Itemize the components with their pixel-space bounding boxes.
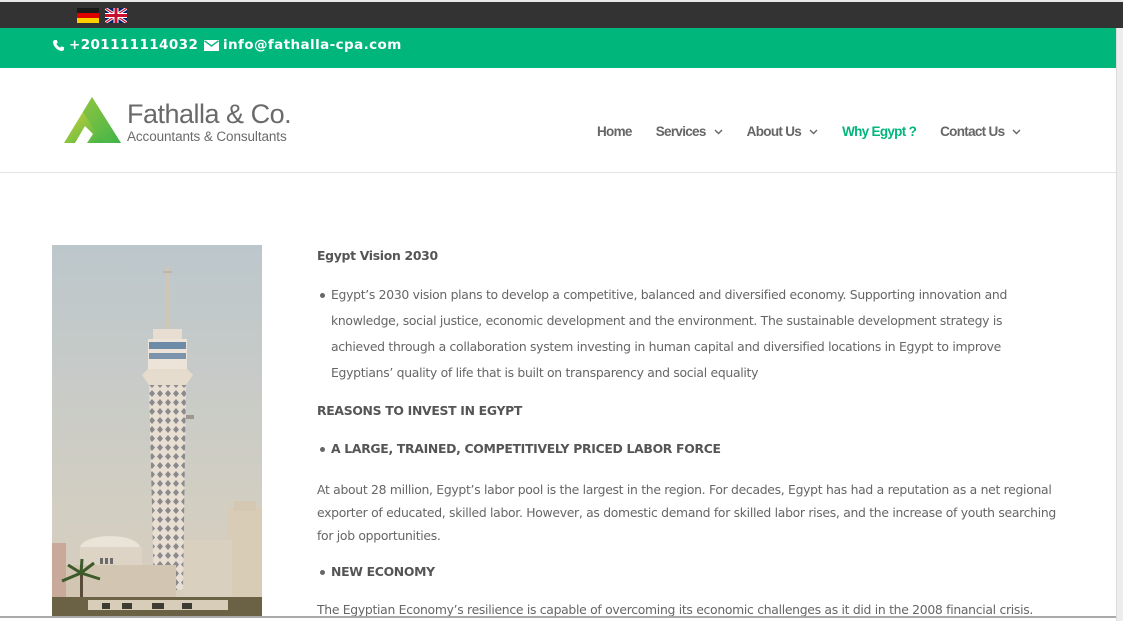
nav-label: Services [655,124,707,139]
economy-paragraph: The Egyptian Economy’s resilience is cap… [317,602,1034,617]
logo-title: Fathalla & Co. [127,99,292,129]
nav-item-services[interactable]: Services [656,124,723,139]
phone-icon [52,39,65,51]
nav-item-home[interactable]: Home [597,124,632,139]
tower-illustration [52,245,262,617]
nav-label: Home [597,124,632,139]
flag-uk-icon[interactable] [105,8,127,23]
cairo-tower-image [52,245,262,617]
section-title-vision: Egypt Vision 2030 [317,248,438,263]
language-bar [0,0,1123,28]
economy-heading: NEW ECONOMY [320,559,435,585]
logo-mark-icon [64,97,121,143]
main-nav: Home Services About Us Why Egypt ? Conta… [597,124,1045,139]
phone-link[interactable]: +201111114032 [52,37,198,53]
logo[interactable]: Fathalla & Co. Accountants & Consultants [63,96,293,146]
nav-label: Contact Us [940,124,1005,139]
nav-label: About Us [746,124,802,139]
scrollbar[interactable] [1116,28,1123,621]
nav-item-about-us[interactable]: About Us [747,124,818,139]
envelope-icon [204,39,219,51]
vision-bullet: Egypt’s 2030 vision plans to develop a c… [320,282,1047,386]
section-title-reasons: REASONS TO INVEST IN EGYPT [317,403,523,418]
email-link[interactable]: info@fathalla-cpa.com [204,37,402,53]
chevron-down-icon [714,129,723,134]
labor-paragraph: At about 28 million, Egypt’s labor pool … [317,482,1056,543]
chevron-down-icon [809,129,818,134]
chevron-down-icon [1012,129,1021,134]
contact-bar: +201111114032 info@fathalla-cpa.com [0,28,1116,68]
nav-item-contact-us[interactable]: Contact Us [940,124,1021,139]
logo-subtitle: Accountants & Consultants [127,129,287,144]
nav-label: Why Egypt ? [842,124,917,139]
phone-number: +201111114032 [69,37,199,53]
site-header: Fathalla & Co. Accountants & Consultants… [0,68,1116,173]
email-address: info@fathalla-cpa.com [223,37,402,53]
window-bottom-edge [0,616,1116,618]
labor-heading: A LARGE, TRAINED, COMPETITIVELY PRICED L… [320,436,721,462]
flag-de-icon[interactable] [77,8,99,23]
nav-item-why-egypt[interactable]: Why Egypt ? [842,124,917,139]
